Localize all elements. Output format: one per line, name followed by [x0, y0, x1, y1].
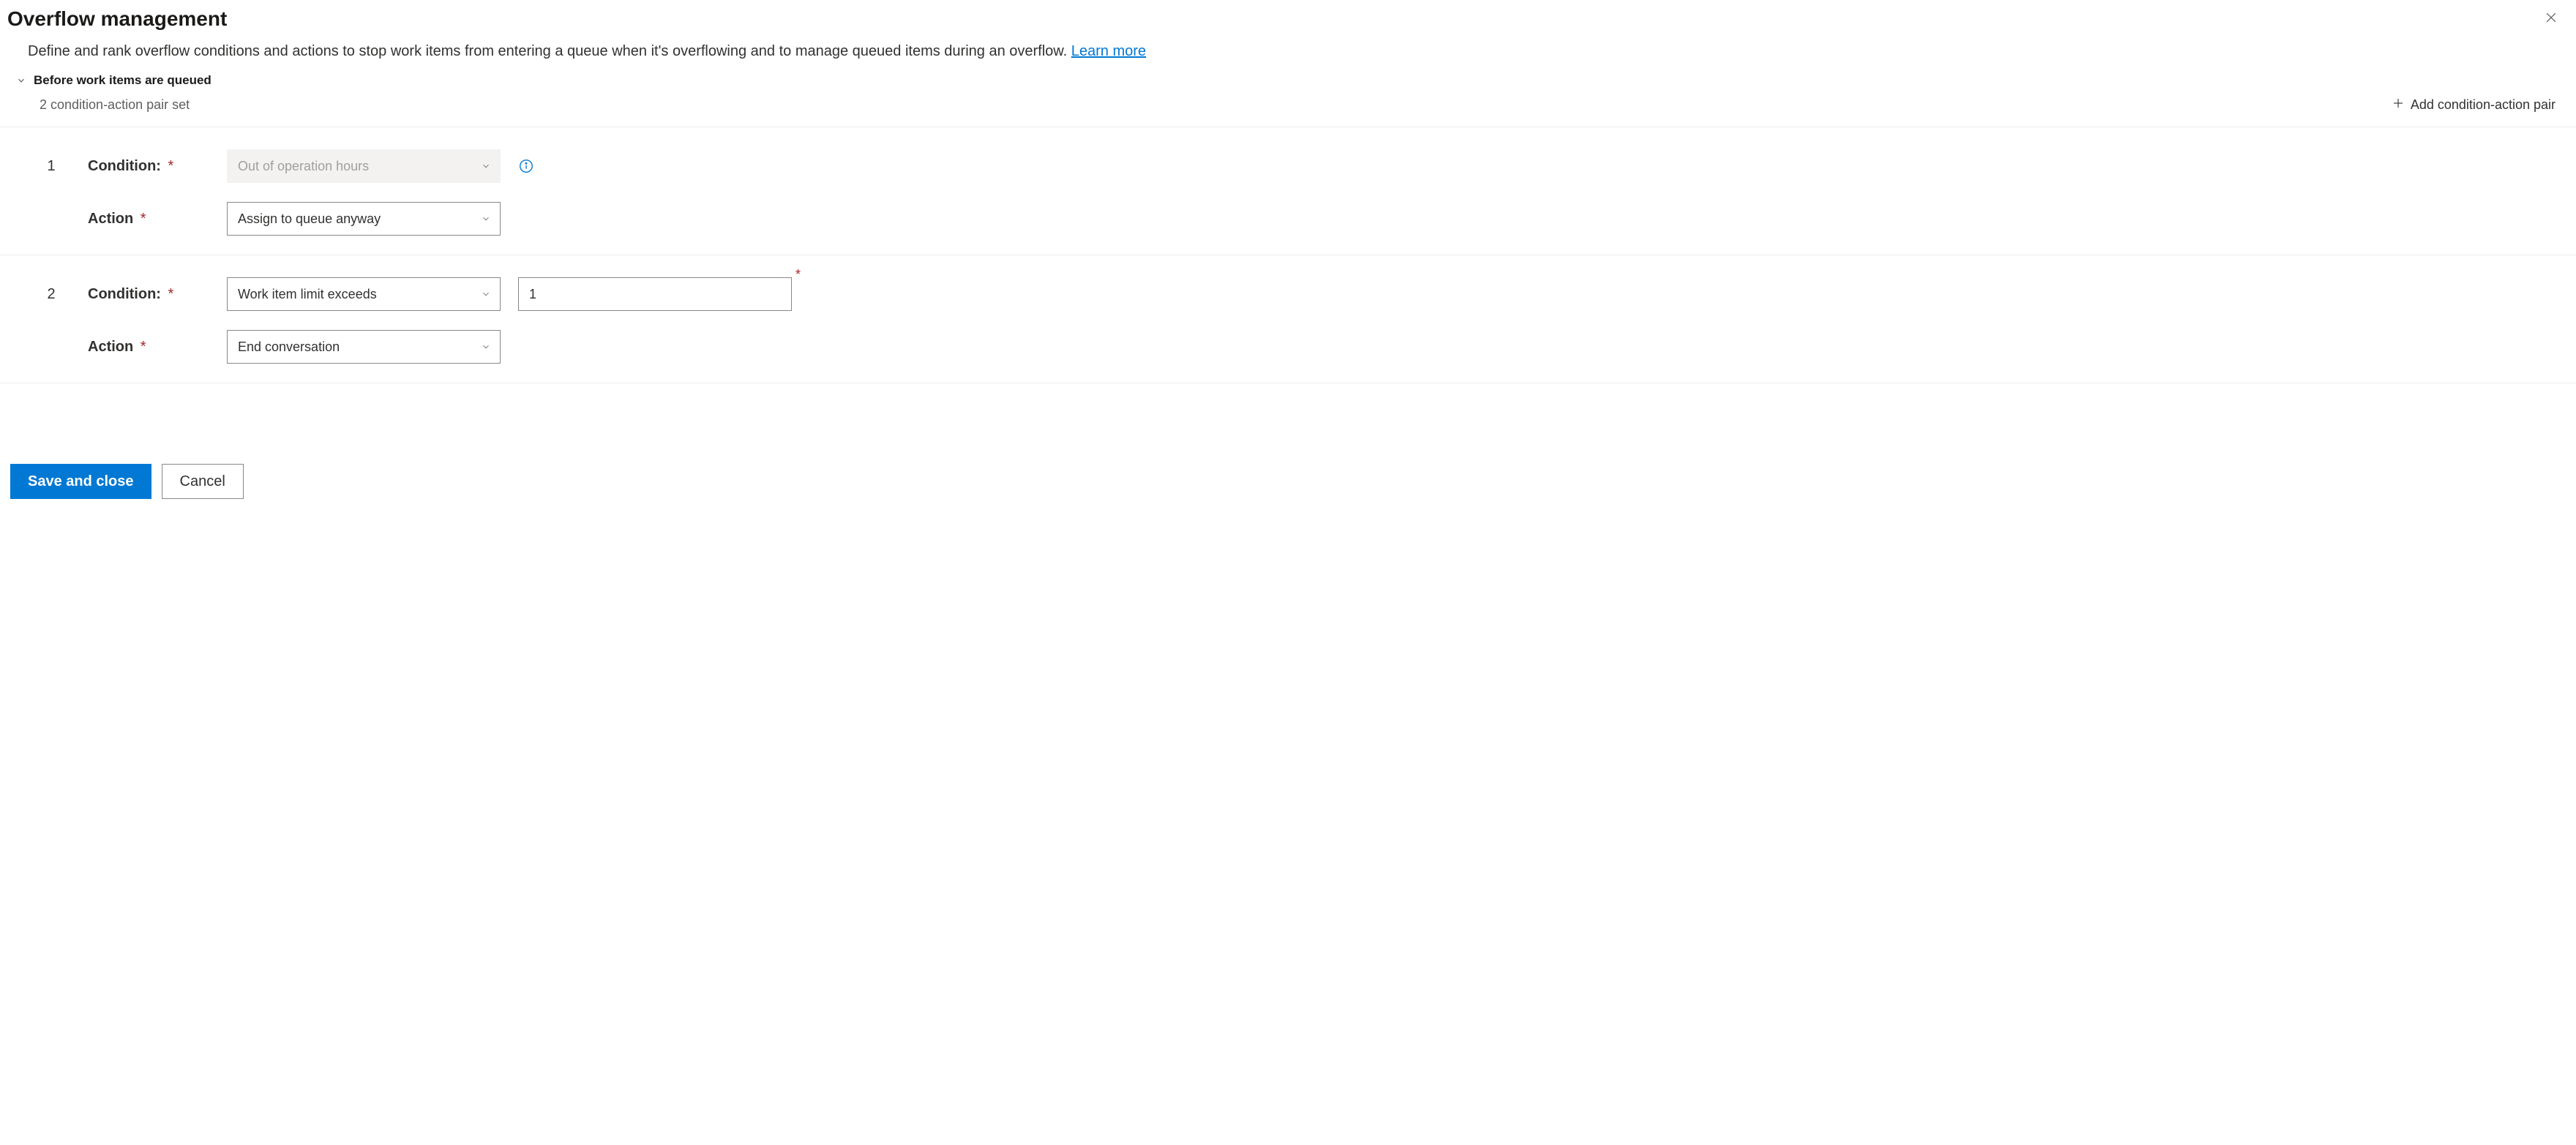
- pair-index: 2: [15, 286, 88, 303]
- section-subtitle: 2 condition-action pair set: [40, 97, 190, 113]
- section-title: Before work items are queued: [34, 73, 211, 88]
- section-sub-row: 2 condition-action pair set Add conditio…: [0, 91, 2576, 127]
- action-row: Action * Assign to queue anyway: [15, 202, 2561, 236]
- learn-more-link[interactable]: Learn more: [1071, 43, 1146, 59]
- add-condition-action-button[interactable]: Add condition-action pair: [2386, 94, 2561, 116]
- condition-row: 2Condition: * Work item limit exceeds *: [15, 277, 2561, 311]
- page-header: Overflow management: [0, 0, 2576, 31]
- footer: Save and close Cancel: [0, 383, 2576, 514]
- required-marker: *: [168, 286, 174, 302]
- plus-icon: [2392, 97, 2405, 113]
- condition-action-pair: 2Condition: *Work item limit exceeds*Act…: [0, 255, 2576, 383]
- chevron-down-icon: [481, 161, 491, 171]
- chevron-down-icon: [481, 214, 491, 224]
- limit-value-input[interactable]: [518, 277, 792, 311]
- chevron-down-icon: [481, 342, 491, 352]
- chevron-down-icon: [481, 289, 491, 299]
- required-marker: *: [795, 267, 801, 282]
- condition-action-pair: 1Condition: * Out of operation hours Actio…: [0, 127, 2576, 255]
- action-label: Action *: [88, 339, 227, 356]
- info-icon[interactable]: [518, 158, 534, 174]
- chevron-down-icon: [16, 75, 26, 86]
- page-title: Overflow management: [7, 7, 227, 31]
- close-icon: [2544, 10, 2558, 27]
- required-marker: *: [141, 211, 146, 227]
- action-label: Action *: [88, 211, 227, 228]
- description-text: Define and rank overflow conditions and …: [28, 43, 1071, 59]
- required-marker: *: [141, 339, 146, 355]
- action-dropdown[interactable]: Assign to queue anyway: [227, 202, 501, 236]
- condition-dropdown: Out of operation hours: [227, 149, 501, 183]
- condition-value: Work item limit exceeds: [238, 287, 377, 302]
- pair-index: 1: [15, 158, 88, 175]
- condition-label: Condition: *: [88, 286, 227, 303]
- cancel-button[interactable]: Cancel: [162, 464, 244, 499]
- condition-label: Condition: *: [88, 158, 227, 175]
- action-dropdown[interactable]: End conversation: [227, 330, 501, 364]
- condition-row: 1Condition: * Out of operation hours: [15, 149, 2561, 183]
- add-button-label: Add condition-action pair: [2411, 97, 2556, 113]
- required-marker: *: [168, 158, 174, 174]
- close-button[interactable]: [2541, 7, 2561, 30]
- action-value: End conversation: [238, 339, 340, 355]
- action-row: Action * End conversation: [15, 330, 2561, 364]
- action-value: Assign to queue anyway: [238, 211, 381, 227]
- page-description: Define and rank overflow conditions and …: [0, 31, 2576, 69]
- value-input-wrapper: *: [518, 277, 792, 311]
- save-and-close-button[interactable]: Save and close: [10, 464, 151, 499]
- section-header[interactable]: Before work items are queued: [0, 69, 2576, 91]
- condition-dropdown[interactable]: Work item limit exceeds: [227, 277, 501, 311]
- condition-value: Out of operation hours: [238, 159, 369, 174]
